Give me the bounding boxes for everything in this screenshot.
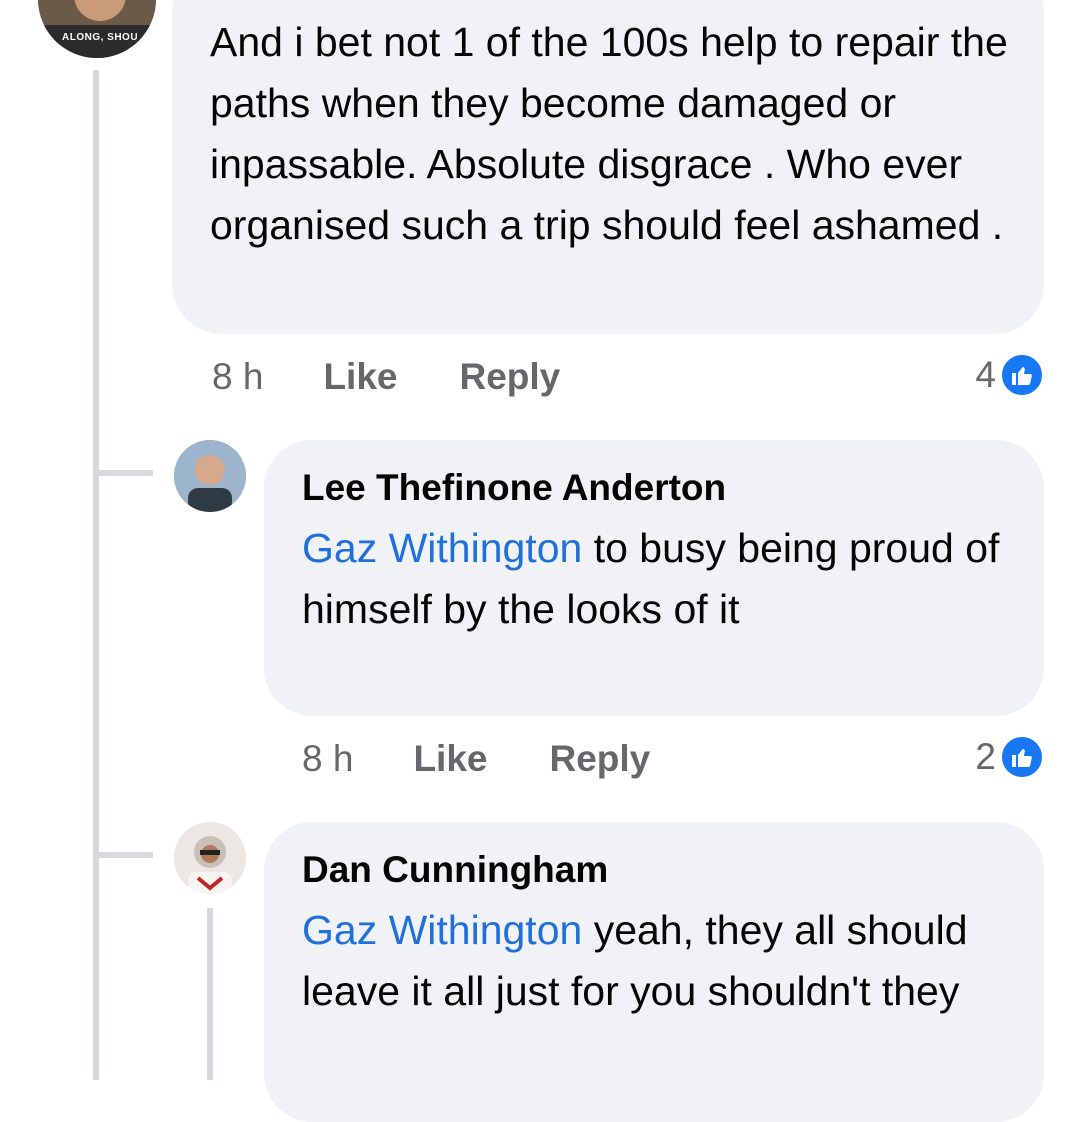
reaction-count: 4 xyxy=(975,354,996,395)
commenter-avatar[interactable] xyxy=(174,822,246,894)
avatar-image xyxy=(38,0,156,58)
comment-timestamp[interactable]: 8 h xyxy=(212,356,263,398)
comment-text: And i bet not 1 of the 100s help to repa… xyxy=(210,19,1008,248)
comment-bubble: And i bet not 1 of the 100s help to repa… xyxy=(172,0,1044,334)
like-button[interactable]: Like xyxy=(413,738,487,780)
commenter-avatar[interactable] xyxy=(174,440,246,512)
thread-line-sub xyxy=(207,908,213,1080)
reaction-count: 2 xyxy=(975,736,996,777)
comment-actions: 8 h Like Reply xyxy=(302,738,650,780)
thumbs-up-icon xyxy=(1000,353,1044,397)
thread-branch-1 xyxy=(93,470,153,476)
comment-actions: 8 h Like Reply xyxy=(212,356,560,398)
comment-author[interactable]: Lee Thefinone Anderton xyxy=(302,466,1008,510)
avatar-image xyxy=(174,440,246,512)
avatar-image xyxy=(174,822,246,894)
commenter-avatar[interactable]: ALONG, SHOU xyxy=(38,0,156,58)
reaction-summary[interactable]: 4 xyxy=(975,353,1044,397)
mention-link[interactable]: Gaz Withington xyxy=(302,525,582,571)
reply-button[interactable]: Reply xyxy=(549,738,650,780)
comment-author[interactable]: Dan Cunningham xyxy=(302,848,1008,892)
avatar-badge-text: ALONG, SHOU xyxy=(62,32,139,43)
comment-bubble: Lee Thefinone Anderton Gaz Withington to… xyxy=(264,440,1044,716)
thread-line-main xyxy=(93,70,99,1080)
mention-link[interactable]: Gaz Withington xyxy=(302,907,582,953)
reply-button[interactable]: Reply xyxy=(459,356,560,398)
comment-bubble: Dan Cunningham Gaz Withington yeah, they… xyxy=(264,822,1044,1122)
thread-branch-2 xyxy=(93,852,153,858)
comment-timestamp[interactable]: 8 h xyxy=(302,738,353,780)
thumbs-up-icon xyxy=(1000,735,1044,779)
reaction-summary[interactable]: 2 xyxy=(975,735,1044,779)
like-button[interactable]: Like xyxy=(323,356,397,398)
